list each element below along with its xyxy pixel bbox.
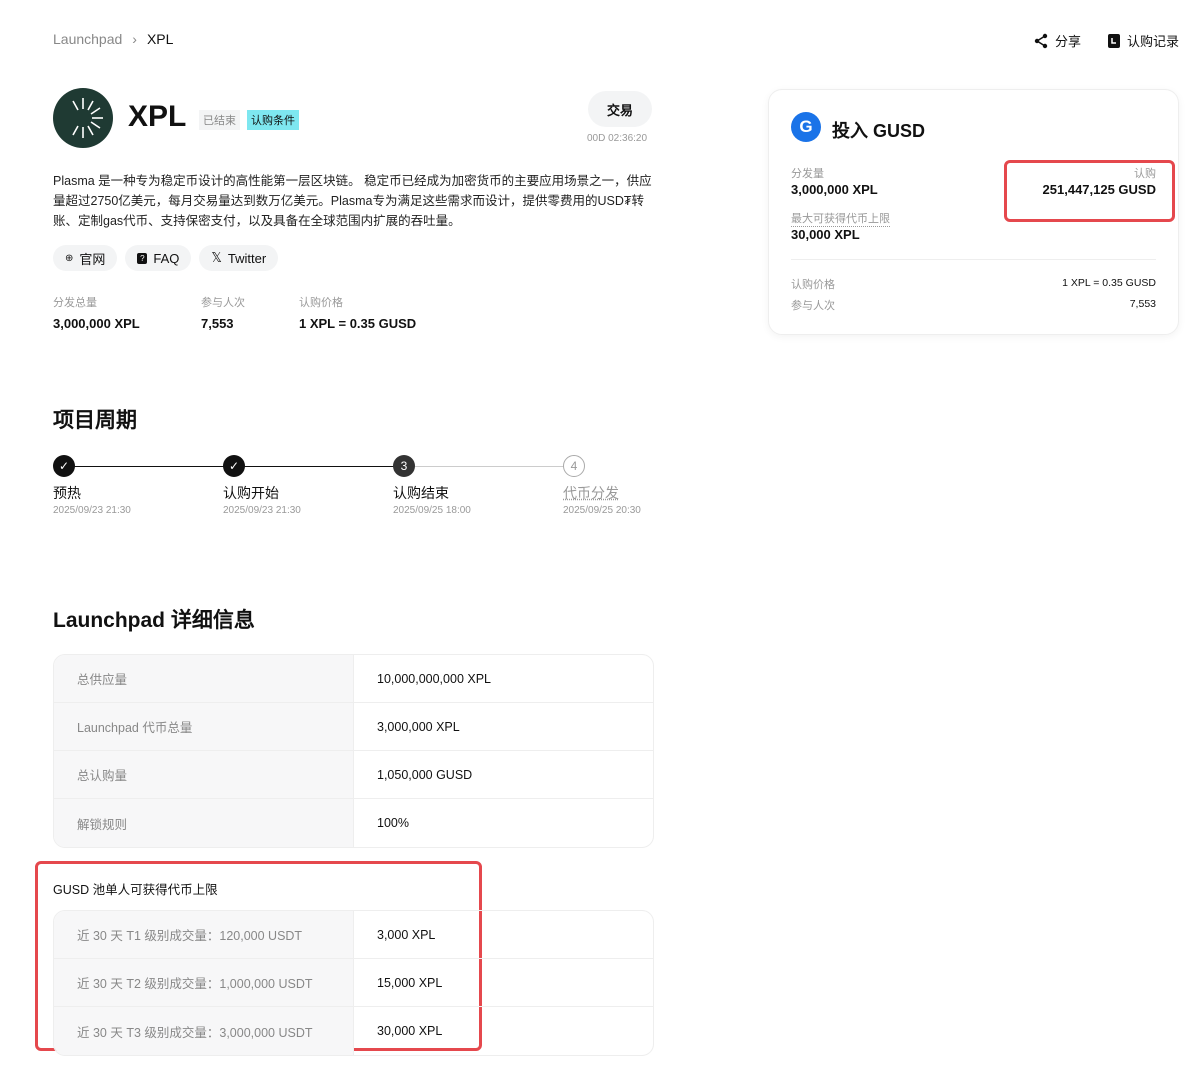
details-title: Launchpad 详细信息 [53, 609, 255, 632]
part-value: 7,553 [1129, 298, 1156, 310]
row-value: 1,050,000 GUSD [354, 751, 653, 799]
twitter-link[interactable]: 𝕏 Twitter [199, 245, 279, 271]
conditions-badge[interactable]: 认购条件 [247, 110, 299, 130]
row-label: 总供应量 [54, 655, 354, 703]
trade-button[interactable]: 交易 [588, 91, 652, 127]
stat-value: 3,000,000 XPL [53, 316, 140, 331]
records-label: 认购记录 [1127, 34, 1180, 49]
step-distribution: 4 代币分发 2025/09/25 20:30 [563, 455, 641, 516]
step-date: 2025/09/25 18:00 [393, 505, 471, 516]
pool-title: GUSD 池单人可获得代币上限 [53, 883, 218, 897]
website-link[interactable]: ⊕ 官网 [53, 245, 118, 271]
row-label: 解锁规则 [54, 799, 354, 847]
document-icon [1108, 33, 1120, 48]
check-icon: ✓ [223, 455, 245, 477]
table-row: 总认购量 1,050,000 GUSD [54, 751, 653, 799]
share-button[interactable]: 分享 [1033, 31, 1081, 50]
part-label: 参与人次 [791, 300, 835, 312]
breadcrumb: Launchpad › XPL [53, 31, 173, 47]
row-label: 总认购量 [54, 751, 354, 799]
max-value: 30,000 XPL [791, 227, 860, 242]
step-start: ✓ 认购开始 2025/09/23 21:30 [223, 455, 301, 516]
card-title: 投入 GUSD [832, 121, 926, 141]
max-label[interactable]: 最大可获得代币上限 [791, 210, 890, 227]
project-description: Plasma 是一种专为稳定币设计的高性能第一层区块链。 稳定币已经成为加密货币… [53, 174, 652, 228]
faq-link[interactable]: ? FAQ [125, 245, 192, 271]
details-table: 总供应量 10,000,000,000 XPL Launchpad 代币总量 3,00… [53, 654, 654, 848]
sub-label: 认购 [1134, 168, 1156, 180]
step-name: 预热 [53, 485, 81, 501]
countdown: 00D 02:36:20 [587, 133, 648, 144]
breadcrumb-launchpad[interactable]: Launchpad [53, 31, 122, 47]
faq-icon: ? [137, 252, 148, 264]
row-label: 近 30 天 T1 级别成交量：120,000 USDT [54, 911, 354, 959]
records-button[interactable]: 认购记录 [1107, 31, 1179, 50]
status-badge: 已结束 [199, 110, 240, 130]
step-date: 2025/09/23 21:30 [53, 505, 131, 516]
stat-label: 分发总量 [53, 297, 97, 309]
row-value: 100% [377, 816, 409, 830]
stat-label: 参与人次 [201, 297, 245, 309]
table-row: 总供应量 10,000,000,000 XPL [54, 655, 653, 703]
step-name: 代币分发 [563, 485, 619, 501]
step-name: 认购结束 [393, 485, 449, 501]
pool-table: 近 30 天 T1 级别成交量：120,000 USDT 3,000 XPL 近 3… [53, 910, 654, 1056]
step-date: 2025/09/23 21:30 [223, 505, 301, 516]
table-row: 近 30 天 T3 级别成交量：3,000,000 USDT 30,000 XPL [54, 1007, 653, 1055]
share-icon [1034, 33, 1048, 48]
stat-price: 认购价格 1 XPL = 0.35 GUSD [299, 294, 416, 331]
globe-icon: ⊕ [65, 252, 74, 264]
step-date: 2025/09/25 20:30 [563, 505, 641, 516]
stat-total: 分发总量 3,000,000 XPL [53, 294, 140, 331]
dist-label: 分发量 [791, 168, 824, 180]
row-value: 10,000,000,000 XPL [354, 655, 653, 703]
subscribe-card: G 投入 GUSD 分发量 3,000,000 XPL 最大可获得代币上限 30… [768, 89, 1179, 335]
step-name: 认购开始 [223, 485, 279, 501]
faq-label: FAQ [153, 250, 180, 266]
stat-value: 1 XPL = 0.35 GUSD [299, 316, 417, 331]
row-value: 30,000 XPL [377, 1024, 443, 1038]
row-label: 近 30 天 T3 级别成交量：3,000,000 USDT [54, 1007, 354, 1055]
step-preheat: ✓ 预热 2025/09/23 21:30 [53, 455, 131, 516]
table-row: 解锁规则 100% [54, 799, 653, 847]
x-logo-icon: 𝕏 [211, 250, 222, 265]
table-row: Launchpad 代币总量 3,000,000 XPL [54, 703, 653, 751]
stat-label: 认购价格 [299, 297, 343, 309]
row-value: 15,000 XPL [354, 959, 653, 1007]
price-label: 认购价格 [791, 279, 835, 291]
step-number: 3 [393, 455, 415, 477]
divider [791, 259, 1156, 260]
step-number: 4 [563, 455, 585, 477]
chevron-right-icon: › [132, 31, 137, 47]
sub-value: 251,447,125 GUSD [1042, 182, 1156, 197]
dist-value: 3,000,000 XPL [791, 182, 878, 197]
twitter-label: Twitter [227, 250, 267, 266]
table-row: 近 30 天 T1 级别成交量：120,000 USDT 3,000 XPL [54, 911, 653, 959]
row-label: Launchpad 代币总量 [54, 703, 354, 751]
share-label: 分享 [1055, 34, 1082, 49]
stat-value: 7,553 [201, 316, 234, 331]
row-label: 近 30 天 T2 级别成交量：1,000,000 USDT [54, 959, 354, 1007]
row-value: 3,000,000 XPL [354, 703, 653, 751]
gusd-icon: G [791, 112, 821, 142]
row-value: 3,000 XPL [354, 911, 653, 959]
xpl-logo [53, 88, 113, 148]
timeline-title: 项目周期 [53, 409, 137, 432]
check-icon: ✓ [53, 455, 75, 477]
price-value: 1 XPL = 0.35 GUSD [1062, 277, 1156, 289]
stat-participants: 参与人次 7,553 [201, 294, 245, 331]
breadcrumb-current: XPL [146, 31, 174, 47]
step-end: 3 认购结束 2025/09/25 18:00 [393, 455, 471, 516]
website-label: 官网 [79, 251, 106, 267]
project-title: XPL [128, 100, 187, 133]
table-row: 近 30 天 T2 级别成交量：1,000,000 USDT 15,000 XPL [54, 959, 653, 1007]
